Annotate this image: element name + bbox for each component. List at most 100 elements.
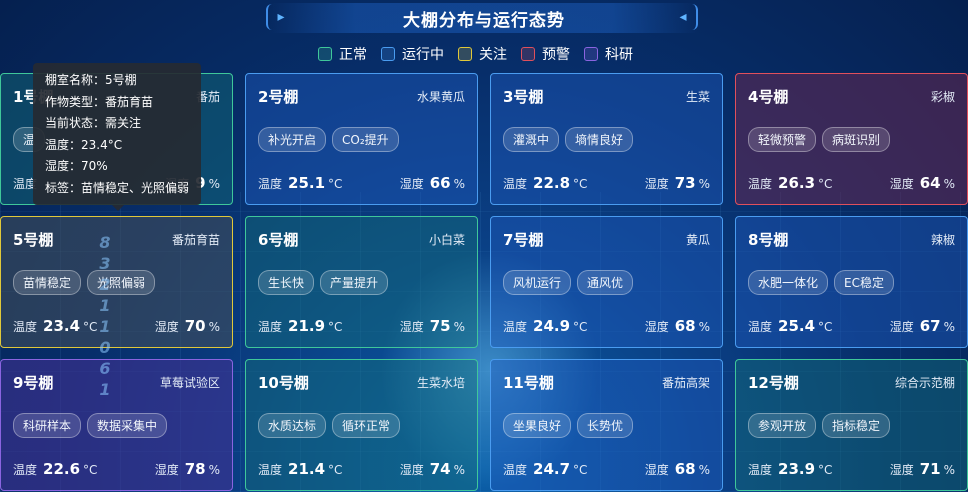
temperature-metric: 温度 24.7 °C: [503, 460, 587, 478]
page-title: 大棚分布与运行态势: [403, 11, 565, 31]
humidity-value: 68: [674, 460, 696, 478]
status-tag: 循环正常: [332, 413, 401, 438]
crop-type: 番茄高架: [661, 376, 710, 390]
legend-item[interactable]: 科研: [584, 44, 633, 64]
temperature-value: 26.3: [778, 174, 816, 192]
temperature-unit: °C: [83, 463, 98, 477]
greenhouse-card[interactable]: 12号棚 综合示范棚 参观开放 指标稳定 温度 23.9 °C 湿度 71%: [735, 359, 968, 491]
crop-type: 综合示范棚: [894, 376, 955, 390]
tooltip-arrow: [112, 205, 124, 211]
temperature-metric: 温度 22.8 °C: [503, 174, 587, 192]
temperature-metric: 温度 21.9 °C: [258, 317, 342, 335]
decor-digit: 2: [99, 275, 111, 294]
temperature-label: 温度: [503, 463, 528, 477]
tag-list: 轻微预警 病斑识别: [748, 127, 891, 152]
temperature-unit: °C: [573, 320, 588, 334]
crop-type: 番茄育苗: [171, 233, 220, 247]
temperature-label: 温度: [258, 320, 283, 334]
metric-row: 温度 25.4 °C 湿度 67%: [748, 317, 955, 335]
humidity-label: 湿度: [889, 463, 914, 477]
humidity-metric: 湿度 71%: [890, 460, 955, 478]
legend-label: 预警: [542, 47, 570, 63]
legend-item[interactable]: 正常: [318, 44, 367, 64]
humidity-unit: %: [208, 463, 220, 477]
status-tag: 轻微预警: [748, 127, 817, 152]
greenhouse-card[interactable]: 9号棚 草莓试验区 科研样本 数据采集中 温度 22.6 °C 湿度 78%: [0, 359, 233, 491]
humidity-metric: 湿度 74%: [400, 460, 465, 478]
greenhouse-card[interactable]: 11号棚 番茄高架 坐果良好 长势优 温度 24.7 °C 湿度 68%: [490, 359, 723, 491]
greenhouse-card[interactable]: 7号棚 黄瓜 风机运行 通风优 温度 24.9 °C 湿度 68%: [490, 216, 723, 348]
metric-row: 温度 22.6 °C 湿度 78%: [13, 460, 220, 478]
temperature-label: 温度: [503, 320, 528, 334]
humidity-metric: 湿度 68%: [645, 460, 710, 478]
greenhouse-name: 4号棚: [748, 88, 789, 106]
tooltip-line: 作物类型：番茄育苗: [45, 94, 154, 109]
humidity-label: 湿度: [154, 463, 179, 477]
temperature-label: 温度: [258, 177, 283, 191]
temperature-value: 25.1: [288, 174, 326, 192]
temperature-unit: °C: [328, 463, 343, 477]
humidity-label: 湿度: [644, 177, 669, 191]
decor-digit: 3: [99, 254, 111, 273]
temperature-metric: 温度 23.9 °C: [748, 460, 832, 478]
status-legend: 正常 运行中 关注 预警 科研: [318, 44, 633, 64]
humidity-unit: %: [453, 463, 465, 477]
legend-label: 科研: [605, 47, 633, 63]
greenhouse-name: 3号棚: [503, 88, 544, 106]
legend-swatch: [458, 47, 472, 61]
temperature-value: 24.9: [533, 317, 571, 335]
metric-row: 温度 23.9 °C 湿度 71%: [748, 460, 955, 478]
humidity-value: 75: [429, 317, 451, 335]
tooltip-line: 湿度：70%: [45, 159, 108, 173]
greenhouse-card[interactable]: 10号棚 生菜水培 水质达标 循环正常 温度 21.4 °C 湿度 74%: [245, 359, 478, 491]
humidity-unit: %: [943, 320, 955, 334]
temperature-value: 21.4: [288, 460, 326, 478]
temperature-unit: °C: [328, 177, 343, 191]
temperature-unit: °C: [83, 320, 98, 334]
status-tag: 风机运行: [503, 270, 572, 295]
legend-item[interactable]: 关注: [458, 44, 507, 64]
humidity-metric: 湿度 70%: [155, 317, 220, 335]
greenhouse-name: 10号棚: [258, 374, 309, 392]
temperature-metric: 温度 21.4 °C: [258, 460, 342, 478]
greenhouse-card[interactable]: 6号棚 小白菜 生长快 产量提升 温度 21.9 °C 湿度 75%: [245, 216, 478, 348]
humidity-unit: %: [698, 463, 710, 477]
greenhouse-name: 6号棚: [258, 231, 299, 249]
decorative-digits: 8 3 2 1 1 0 6 1: [97, 232, 113, 400]
tag-list: 水质达标 循环正常: [258, 413, 401, 438]
status-tag: 通风优: [577, 270, 634, 295]
greenhouse-tooltip: 棚室名称：5号棚 作物类型：番茄育苗 当前状态：需关注 温度：23.4°C 湿度：70%…: [33, 63, 201, 205]
tag-list: 风机运行 通风优: [503, 270, 634, 295]
humidity-unit: %: [943, 177, 955, 191]
legend-label: 正常: [339, 47, 367, 63]
greenhouse-card[interactable]: 2号棚 水果黄瓜 补光开启 CO₂提升 温度 25.1 °C 湿度 66%: [245, 73, 478, 205]
humidity-value: 68: [674, 317, 696, 335]
temperature-unit: °C: [328, 320, 343, 334]
temperature-unit: °C: [818, 320, 833, 334]
humidity-unit: %: [943, 463, 955, 477]
metric-row: 温度 24.7 °C 湿度 68%: [503, 460, 710, 478]
legend-swatch: [584, 47, 598, 61]
legend-swatch: [521, 47, 535, 61]
greenhouse-card[interactable]: 8号棚 辣椒 水肥一体化 EC稳定 温度 25.4 °C 湿度 67%: [735, 216, 968, 348]
humidity-unit: %: [208, 177, 220, 191]
decor-digit: 8: [99, 233, 111, 252]
temperature-unit: °C: [818, 177, 833, 191]
temperature-metric: 温度 22.6 °C: [13, 460, 97, 478]
legend-item[interactable]: 运行中: [381, 44, 444, 64]
temperature-metric: 温度 23.4 °C: [13, 317, 97, 335]
greenhouse-card[interactable]: 3号棚 生菜 灌溉中 墒情良好 温度 22.8 °C 湿度 73%: [490, 73, 723, 205]
greenhouse-card[interactable]: 4号棚 彩椒 轻微预警 病斑识别 温度 26.3 °C 湿度 64%: [735, 73, 968, 205]
greenhouse-card[interactable]: 5号棚 番茄育苗 苗情稳定 光照偏弱 温度 23.4 °C 湿度 70%: [0, 216, 233, 348]
legend-item[interactable]: 预警: [521, 44, 570, 64]
temperature-metric: 温度 24.9 °C: [503, 317, 587, 335]
decor-digit: 1: [99, 296, 111, 315]
tag-list: 坐果良好 长势优: [503, 413, 634, 438]
temperature-label: 温度: [503, 177, 528, 191]
crop-type: 辣椒: [930, 233, 955, 247]
humidity-metric: 湿度 73%: [645, 174, 710, 192]
greenhouse-name: 12号棚: [748, 374, 799, 392]
tooltip-line: 标签：苗情稳定、光照偏弱: [45, 180, 190, 195]
greenhouse-name: 5号棚: [13, 231, 54, 249]
legend-swatch: [381, 47, 395, 61]
